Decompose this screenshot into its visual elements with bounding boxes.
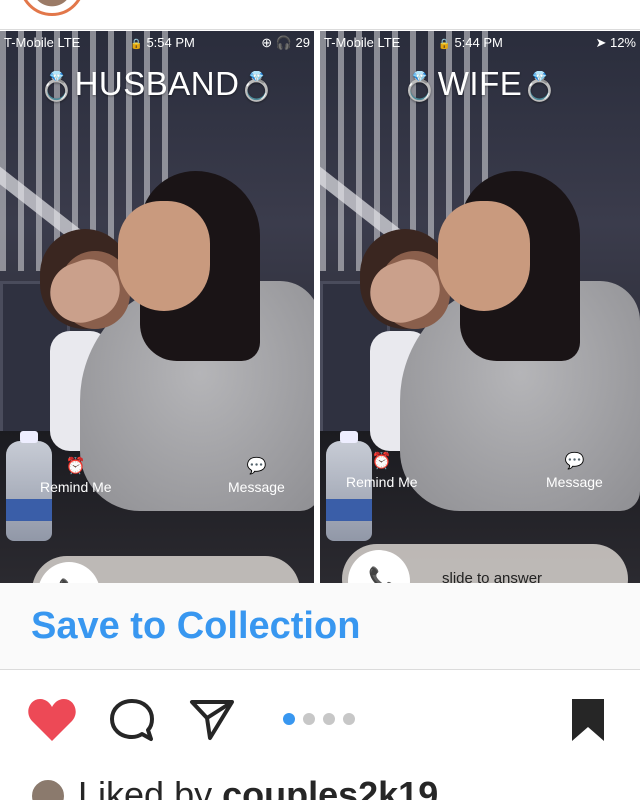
- ring-icon: 💍: [39, 70, 75, 102]
- status-carrier: T-Mobile LTE: [4, 35, 81, 50]
- liker-avatar[interactable]: [30, 778, 66, 800]
- carousel-dot: [303, 713, 315, 725]
- status-time-group: 🔒 5:44 PM: [438, 35, 503, 50]
- lock-icon: 🔒: [438, 39, 451, 50]
- caller-name-row: 💍HUSBAND💍: [0, 65, 314, 103]
- alarm-clock-icon: ⏰: [65, 458, 86, 475]
- status-right-group: ➤ 12%: [595, 35, 636, 51]
- caller-name: WIFE: [437, 65, 523, 102]
- slide-to-answer-slider: 📞 slide to answer: [342, 544, 628, 583]
- status-battery: 29: [295, 35, 310, 50]
- liker-username[interactable]: couples2k19: [222, 774, 438, 800]
- caller-name: HUSBAND: [74, 65, 240, 102]
- status-bar: T-Mobile LTE 🔒 5:44 PM ➤ 12%: [320, 31, 640, 53]
- woman-face: [118, 201, 210, 311]
- post-actions-row: [0, 671, 640, 771]
- lock-icon: 🔒: [130, 39, 143, 50]
- right-phone-screenshot: T-Mobile LTE 🔒 5:44 PM ➤ 12% 💍WIFE💍 ⏰ Rem…: [320, 31, 640, 583]
- woman-face: [438, 201, 530, 311]
- comment-icon[interactable]: [108, 697, 156, 743]
- liked-by-text: Liked by couples2k19: [78, 774, 438, 800]
- message-action: 💬 Message: [546, 451, 603, 490]
- status-bar: T-Mobile LTE 🔒 5:54 PM ⊕ 🎧 29: [0, 31, 314, 53]
- bookmark-icon[interactable]: [570, 697, 606, 743]
- ring-icon: 💍: [402, 70, 438, 102]
- post-image[interactable]: T-Mobile LTE 🔒 5:54 PM ⊕ 🎧 29 💍HUSBAND💍 ⏰…: [0, 31, 640, 583]
- post-header-strip: [0, 0, 640, 30]
- carousel-dot: [323, 713, 335, 725]
- message-label: Message: [546, 474, 603, 490]
- remind-me-label: Remind Me: [40, 479, 112, 495]
- save-to-collection-bar[interactable]: Save to Collection: [0, 583, 640, 670]
- share-icon[interactable]: [188, 696, 236, 742]
- status-time: 5:54 PM: [146, 35, 195, 50]
- carousel-dot: [283, 713, 295, 725]
- carousel-dot: [343, 713, 355, 725]
- author-avatar[interactable]: [19, 0, 85, 16]
- message-action: 💬 Message: [228, 456, 285, 495]
- location-arrow-icon: ➤: [595, 35, 607, 50]
- liked-by-prefix: Liked by: [78, 774, 223, 800]
- ring-icon: 💍: [522, 70, 558, 102]
- speech-bubble-icon: 💬: [564, 453, 585, 470]
- slide-knob: 📞: [348, 550, 410, 583]
- slide-knob: 📞: [38, 562, 100, 583]
- status-time: 5:44 PM: [454, 35, 503, 50]
- speech-bubble-icon: 💬: [246, 458, 267, 475]
- ring-icon: 💍: [239, 70, 275, 102]
- message-label: Message: [228, 479, 285, 495]
- alarm-clock-icon: ⏰: [371, 453, 392, 470]
- slide-to-answer-slider: 📞: [32, 556, 300, 583]
- slide-to-answer-label: slide to answer: [442, 570, 543, 583]
- remind-me-action: ⏰ Remind Me: [346, 451, 418, 490]
- carousel-indicator: [283, 713, 355, 725]
- heart-icon[interactable]: [27, 697, 77, 743]
- left-phone-screenshot: T-Mobile LTE 🔒 5:54 PM ⊕ 🎧 29 💍HUSBAND💍 ⏰…: [0, 31, 314, 583]
- status-battery: 12%: [609, 35, 636, 50]
- remind-me-action: ⏰ Remind Me: [40, 456, 112, 495]
- phone-icon: 📞: [368, 566, 396, 583]
- save-to-collection-button[interactable]: Save to Collection: [31, 605, 360, 648]
- status-time-group: 🔒 5:54 PM: [130, 35, 195, 50]
- status-carrier: T-Mobile LTE: [324, 35, 401, 50]
- caller-name-row: 💍WIFE💍: [320, 65, 640, 103]
- status-right-group: ⊕ 🎧 29: [261, 35, 310, 50]
- remind-me-label: Remind Me: [346, 474, 418, 490]
